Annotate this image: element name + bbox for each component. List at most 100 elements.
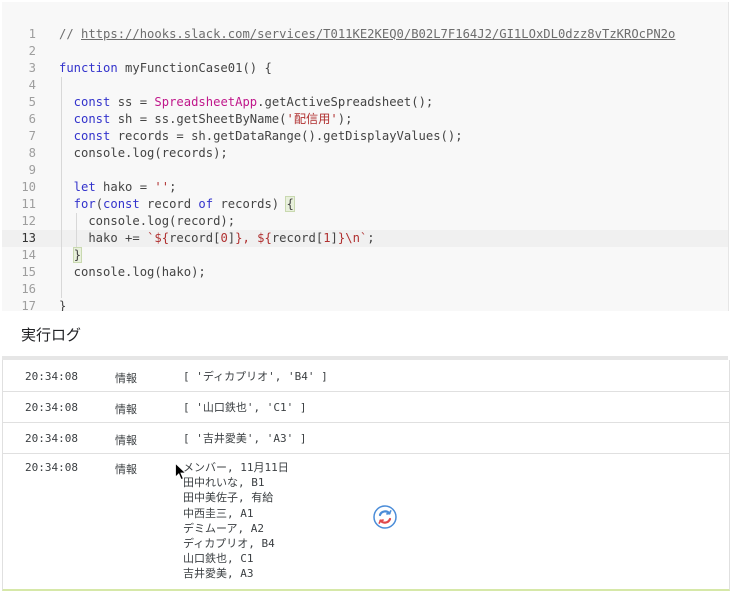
code-text: console.log(records); bbox=[59, 145, 228, 162]
code-token: record bbox=[139, 197, 199, 211]
line-number: 15 bbox=[21, 265, 36, 279]
code-token: https://hooks.slack.com/services/T011KE2… bbox=[81, 27, 676, 41]
mouse-pointer-icon bbox=[175, 463, 187, 481]
code-token: records) bbox=[213, 197, 287, 211]
code-token: '配信用' bbox=[286, 112, 338, 126]
code-token: console.log(record); bbox=[59, 214, 236, 228]
code-token: record[ bbox=[169, 231, 221, 245]
code-text: } bbox=[59, 298, 66, 311]
code-text: function myFunctionCase01() { bbox=[59, 60, 272, 77]
code-token: }\n` bbox=[337, 231, 368, 245]
line-number: 14 bbox=[21, 248, 36, 262]
code-line[interactable]: 10 let hako = ''; bbox=[2, 179, 728, 196]
code-text: for(const record of records) { bbox=[59, 196, 295, 213]
log-timestamp: 20:34:08 bbox=[25, 461, 78, 474]
code-line[interactable]: 9 bbox=[2, 162, 728, 179]
code-token: } bbox=[72, 247, 83, 263]
line-number: 9 bbox=[28, 163, 36, 177]
code-line[interactable]: 4 bbox=[2, 77, 728, 94]
code-line[interactable]: 13 hako += `${record[0]}, ${record[1]}\n… bbox=[2, 230, 728, 247]
code-editor[interactable]: 1 // https://hooks.slack.com/services/T01… bbox=[2, 2, 729, 311]
line-number: 5 bbox=[28, 95, 36, 109]
line-number: 4 bbox=[28, 78, 36, 92]
code-token: '' bbox=[154, 180, 170, 194]
log-message-line: [ '山口鉄也', 'C1' ] bbox=[183, 401, 307, 414]
log-message-line: [ '吉井愛美', 'A3' ] bbox=[183, 432, 307, 445]
code-token: hako = bbox=[95, 180, 155, 194]
code-token: console.log(hako); bbox=[59, 265, 206, 279]
indent-guide bbox=[76, 213, 77, 247]
log-entry: 20:34:08 情報 [ '山口鉄也', 'C1' ] bbox=[3, 391, 729, 423]
code-text: let hako = ''; bbox=[59, 179, 177, 196]
code-line[interactable]: 3 function myFunctionCase01() { bbox=[2, 60, 728, 77]
line-number: 7 bbox=[28, 129, 36, 143]
log-message-line: メンバー, 11月11日 bbox=[183, 461, 289, 474]
code-text: const ss = SpreadsheetApp.getActiveSprea… bbox=[59, 94, 434, 111]
log-entry: 20:34:08 情報 メンバー, 11月11日 田中れいな, B1 田中美佐子, 有給… bbox=[3, 453, 729, 589]
code-text: console.log(hako); bbox=[59, 264, 206, 281]
code-line[interactable]: 11 for(const record of records) { bbox=[2, 196, 728, 213]
log-message-line: 田中美佐子, 有給 bbox=[183, 491, 274, 505]
code-token: const bbox=[59, 129, 111, 143]
log-message-line: デミムーア, A2 bbox=[183, 521, 265, 535]
log-message: メンバー, 11月11日 田中れいな, B1 田中美佐子, 有給 中西圭三, A1 デミ… bbox=[183, 460, 289, 582]
execution-log-title: 実行ログ bbox=[21, 326, 82, 344]
code-token: } bbox=[59, 299, 67, 311]
code-text: console.log(record); bbox=[59, 213, 235, 230]
log-timestamp: 20:34:08 bbox=[25, 370, 78, 383]
log-level: 情報 bbox=[115, 434, 137, 447]
log-level: 情報 bbox=[115, 463, 137, 476]
log-message-line: ディカプリオ, B4 bbox=[183, 537, 275, 551]
code-token: records = sh.getDataRange().getDisplayVa… bbox=[110, 129, 463, 143]
log-message-line: 山口鉄也, C1 bbox=[183, 552, 254, 566]
log-message: [ '吉井愛美', 'A3' ] bbox=[183, 431, 306, 446]
code-line[interactable]: 12 console.log(record); bbox=[2, 213, 728, 230]
code-line[interactable]: 16 bbox=[2, 281, 728, 298]
code-text: } bbox=[59, 247, 83, 264]
log-message: [ 'ディカプリオ', 'B4' ] bbox=[183, 369, 328, 384]
code-token: const bbox=[59, 95, 111, 109]
log-entry: 20:34:08 情報 [ 'ディカプリオ', 'B4' ] bbox=[3, 360, 729, 392]
code-token: 1 bbox=[323, 231, 331, 245]
execution-log-panel[interactable]: 20:34:08 情報 [ 'ディカプリオ', 'B4' ] 20:34:08 情報 [ … bbox=[2, 360, 730, 591]
line-number: 1 bbox=[28, 27, 36, 41]
code-line[interactable]: 17} bbox=[2, 298, 728, 311]
code-line[interactable]: 6 const sh = ss.getSheetByName('配信用'); bbox=[2, 111, 728, 128]
code-line[interactable]: 5 const ss = SpreadsheetApp.getActiveSpr… bbox=[2, 94, 728, 111]
log-message: [ '山口鉄也', 'C1' ] bbox=[183, 400, 306, 415]
code-token: ss = bbox=[110, 95, 155, 109]
log-level: 情報 bbox=[115, 372, 137, 385]
code-line[interactable]: 7 const records = sh.getDataRange().getD… bbox=[2, 128, 728, 145]
line-number: 8 bbox=[28, 146, 36, 160]
code-token: of bbox=[198, 197, 214, 211]
log-message-line: [ 'ディカプリオ', 'B4' ] bbox=[183, 370, 328, 383]
log-timestamp: 20:34:08 bbox=[25, 401, 78, 414]
code-line[interactable]: 15 console.log(hako); bbox=[2, 264, 728, 281]
code-line[interactable]: 1 // https://hooks.slack.com/services/T01… bbox=[2, 26, 728, 43]
line-number: 16 bbox=[21, 282, 36, 296]
line-number: 10 bbox=[21, 180, 36, 194]
code-line[interactable]: 2 bbox=[2, 43, 728, 60]
code-token: `${ bbox=[147, 231, 170, 245]
code-text: const sh = ss.getSheetByName('配信用'); bbox=[59, 111, 353, 128]
code-token: .getActiveSpreadsheet(); bbox=[257, 95, 434, 109]
code-token: SpreadsheetApp bbox=[154, 95, 258, 109]
code-token: record[ bbox=[271, 231, 324, 245]
code-line[interactable]: 14 } bbox=[2, 247, 728, 264]
code-token: }, ${ bbox=[235, 231, 272, 245]
code-token: for bbox=[59, 197, 96, 211]
code-token: let bbox=[59, 180, 96, 194]
code-text: const records = sh.getDataRange().getDis… bbox=[59, 128, 463, 145]
code-token: const bbox=[59, 112, 111, 126]
code-token: console.log(records); bbox=[59, 146, 228, 160]
code-token: ; bbox=[367, 231, 375, 245]
execution-log-header: 実行ログ bbox=[2, 311, 728, 357]
code-token: 0 bbox=[220, 231, 228, 245]
code-token: sh = ss.getSheetByName( bbox=[110, 112, 287, 126]
indent-guide bbox=[61, 77, 62, 298]
code-token: myFunctionCase01() { bbox=[117, 61, 272, 75]
loading-spinner-icon bbox=[373, 505, 397, 529]
line-number: 12 bbox=[21, 214, 36, 228]
line-number: 17 bbox=[21, 299, 36, 311]
code-line[interactable]: 8 console.log(records); bbox=[2, 145, 728, 162]
